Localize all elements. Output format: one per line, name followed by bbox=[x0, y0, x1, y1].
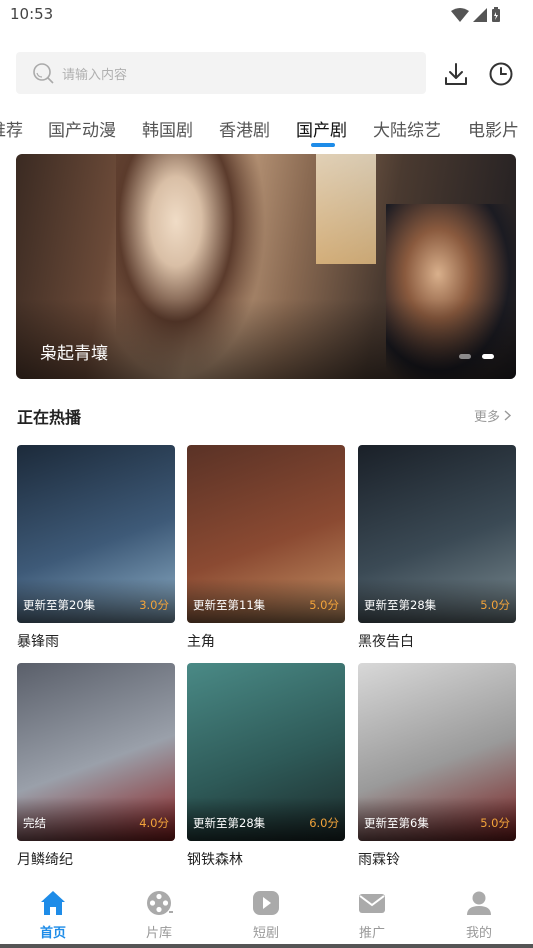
score-badge: 6.0分 bbox=[309, 816, 339, 830]
drama-card[interactable]: 更新至第28集 5.0分 黑夜告白 bbox=[358, 445, 516, 651]
nav-profile[interactable]: 我的 bbox=[444, 888, 514, 941]
score-badge: 5.0分 bbox=[309, 598, 339, 612]
system-home-bar bbox=[0, 944, 533, 948]
nav-home[interactable]: 首页 bbox=[18, 888, 88, 941]
home-icon bbox=[41, 891, 65, 915]
card-title: 钢铁森林 bbox=[187, 852, 243, 868]
chevron-right-icon bbox=[504, 410, 512, 421]
score-badge: 5.0分 bbox=[480, 816, 510, 830]
user-icon bbox=[467, 891, 491, 915]
nav-label: 片库 bbox=[145, 926, 172, 941]
update-status: 更新至第28集 bbox=[193, 816, 266, 830]
card-title: 雨霖铃 bbox=[358, 852, 400, 868]
poster-image: 更新至第6集 5.0分 bbox=[358, 663, 516, 841]
banner-dot-active[interactable] bbox=[482, 354, 494, 359]
category-tabs: 推荐 国产动漫 韩国剧 香港剧 国产剧 大陆综艺 电影片 bbox=[0, 108, 533, 148]
nav-library[interactable]: 片库 bbox=[124, 888, 194, 941]
update-status: 更新至第6集 bbox=[364, 816, 429, 830]
update-status: 更新至第20集 bbox=[23, 598, 96, 612]
tab-korean-drama[interactable]: 韩国剧 bbox=[142, 116, 193, 141]
banner-title: 枭起青壤 bbox=[40, 344, 108, 364]
update-status: 更新至第11集 bbox=[193, 598, 266, 612]
tab-movies[interactable]: 电影片 bbox=[468, 116, 519, 141]
banner-window-light bbox=[316, 154, 376, 264]
update-status: 更新至第28集 bbox=[364, 598, 437, 612]
section-title: 正在热播 bbox=[17, 408, 82, 427]
drama-card[interactable]: 更新至第11集 5.0分 主角 bbox=[187, 445, 345, 651]
tab-hongkong-drama[interactable]: 香港剧 bbox=[219, 116, 270, 141]
card-title: 暴锋雨 bbox=[17, 634, 59, 650]
poster-image: 更新至第11集 5.0分 bbox=[187, 445, 345, 623]
drama-card[interactable]: 更新至第6集 5.0分 雨霖铃 bbox=[358, 663, 516, 869]
card-title: 月鳞绮纪 bbox=[17, 852, 73, 868]
active-tab-indicator bbox=[311, 143, 335, 147]
search-icon bbox=[33, 63, 54, 84]
tab-domestic-drama[interactable]: 国产剧 bbox=[296, 116, 347, 141]
nav-label: 首页 bbox=[39, 926, 66, 941]
search-row: 请输入内容 bbox=[0, 52, 533, 96]
film-reel-icon bbox=[147, 891, 173, 915]
battery-icon bbox=[492, 7, 500, 22]
nav-promote[interactable]: 推广 bbox=[337, 888, 407, 941]
history-icon[interactable] bbox=[488, 61, 514, 87]
status-bar: 10:53 bbox=[0, 0, 533, 32]
mail-icon bbox=[359, 894, 385, 913]
poster-image: 更新至第28集 5.0分 bbox=[358, 445, 516, 623]
score-badge: 4.0分 bbox=[139, 816, 169, 830]
status-time: 10:53 bbox=[10, 5, 54, 23]
tab-mainland-variety[interactable]: 大陆综艺 bbox=[373, 116, 441, 141]
poster-image: 完结 4.0分 bbox=[17, 663, 175, 841]
status-icons bbox=[451, 7, 501, 23]
wifi-icon bbox=[451, 8, 469, 22]
poster-image: 更新至第20集 3.0分 bbox=[17, 445, 175, 623]
poster-image: 更新至第28集 6.0分 bbox=[187, 663, 345, 841]
banner-dot[interactable] bbox=[459, 354, 471, 359]
drama-card[interactable]: 更新至第28集 6.0分 钢铁森林 bbox=[187, 663, 345, 869]
card-title: 黑夜告白 bbox=[358, 634, 414, 650]
tab-recommend[interactable]: 推荐 bbox=[0, 116, 23, 141]
bottom-nav: 首页 片库 短剧 推广 我的 bbox=[0, 880, 533, 948]
download-icon[interactable] bbox=[443, 61, 469, 87]
score-badge: 3.0分 bbox=[139, 598, 169, 612]
drama-card[interactable]: 更新至第20集 3.0分 暴锋雨 bbox=[17, 445, 175, 651]
card-title: 主角 bbox=[187, 634, 215, 650]
score-badge: 5.0分 bbox=[480, 598, 510, 612]
search-placeholder: 请输入内容 bbox=[62, 67, 128, 83]
nav-short-drama[interactable]: 短剧 bbox=[231, 888, 301, 941]
drama-card[interactable]: 完结 4.0分 月鳞绮纪 bbox=[17, 663, 175, 869]
nav-label: 推广 bbox=[358, 926, 385, 941]
search-input[interactable]: 请输入内容 bbox=[16, 52, 426, 94]
signal-icon bbox=[473, 8, 487, 22]
more-link[interactable]: 更多 bbox=[474, 406, 512, 425]
nav-label: 短剧 bbox=[252, 926, 279, 941]
tab-domestic-anime[interactable]: 国产动漫 bbox=[48, 116, 116, 141]
nav-label: 我的 bbox=[465, 926, 492, 941]
more-label: 更多 bbox=[474, 410, 501, 425]
play-icon bbox=[253, 891, 279, 915]
hero-banner[interactable]: 枭起青壤 bbox=[16, 154, 516, 379]
update-status: 完结 bbox=[23, 816, 46, 830]
